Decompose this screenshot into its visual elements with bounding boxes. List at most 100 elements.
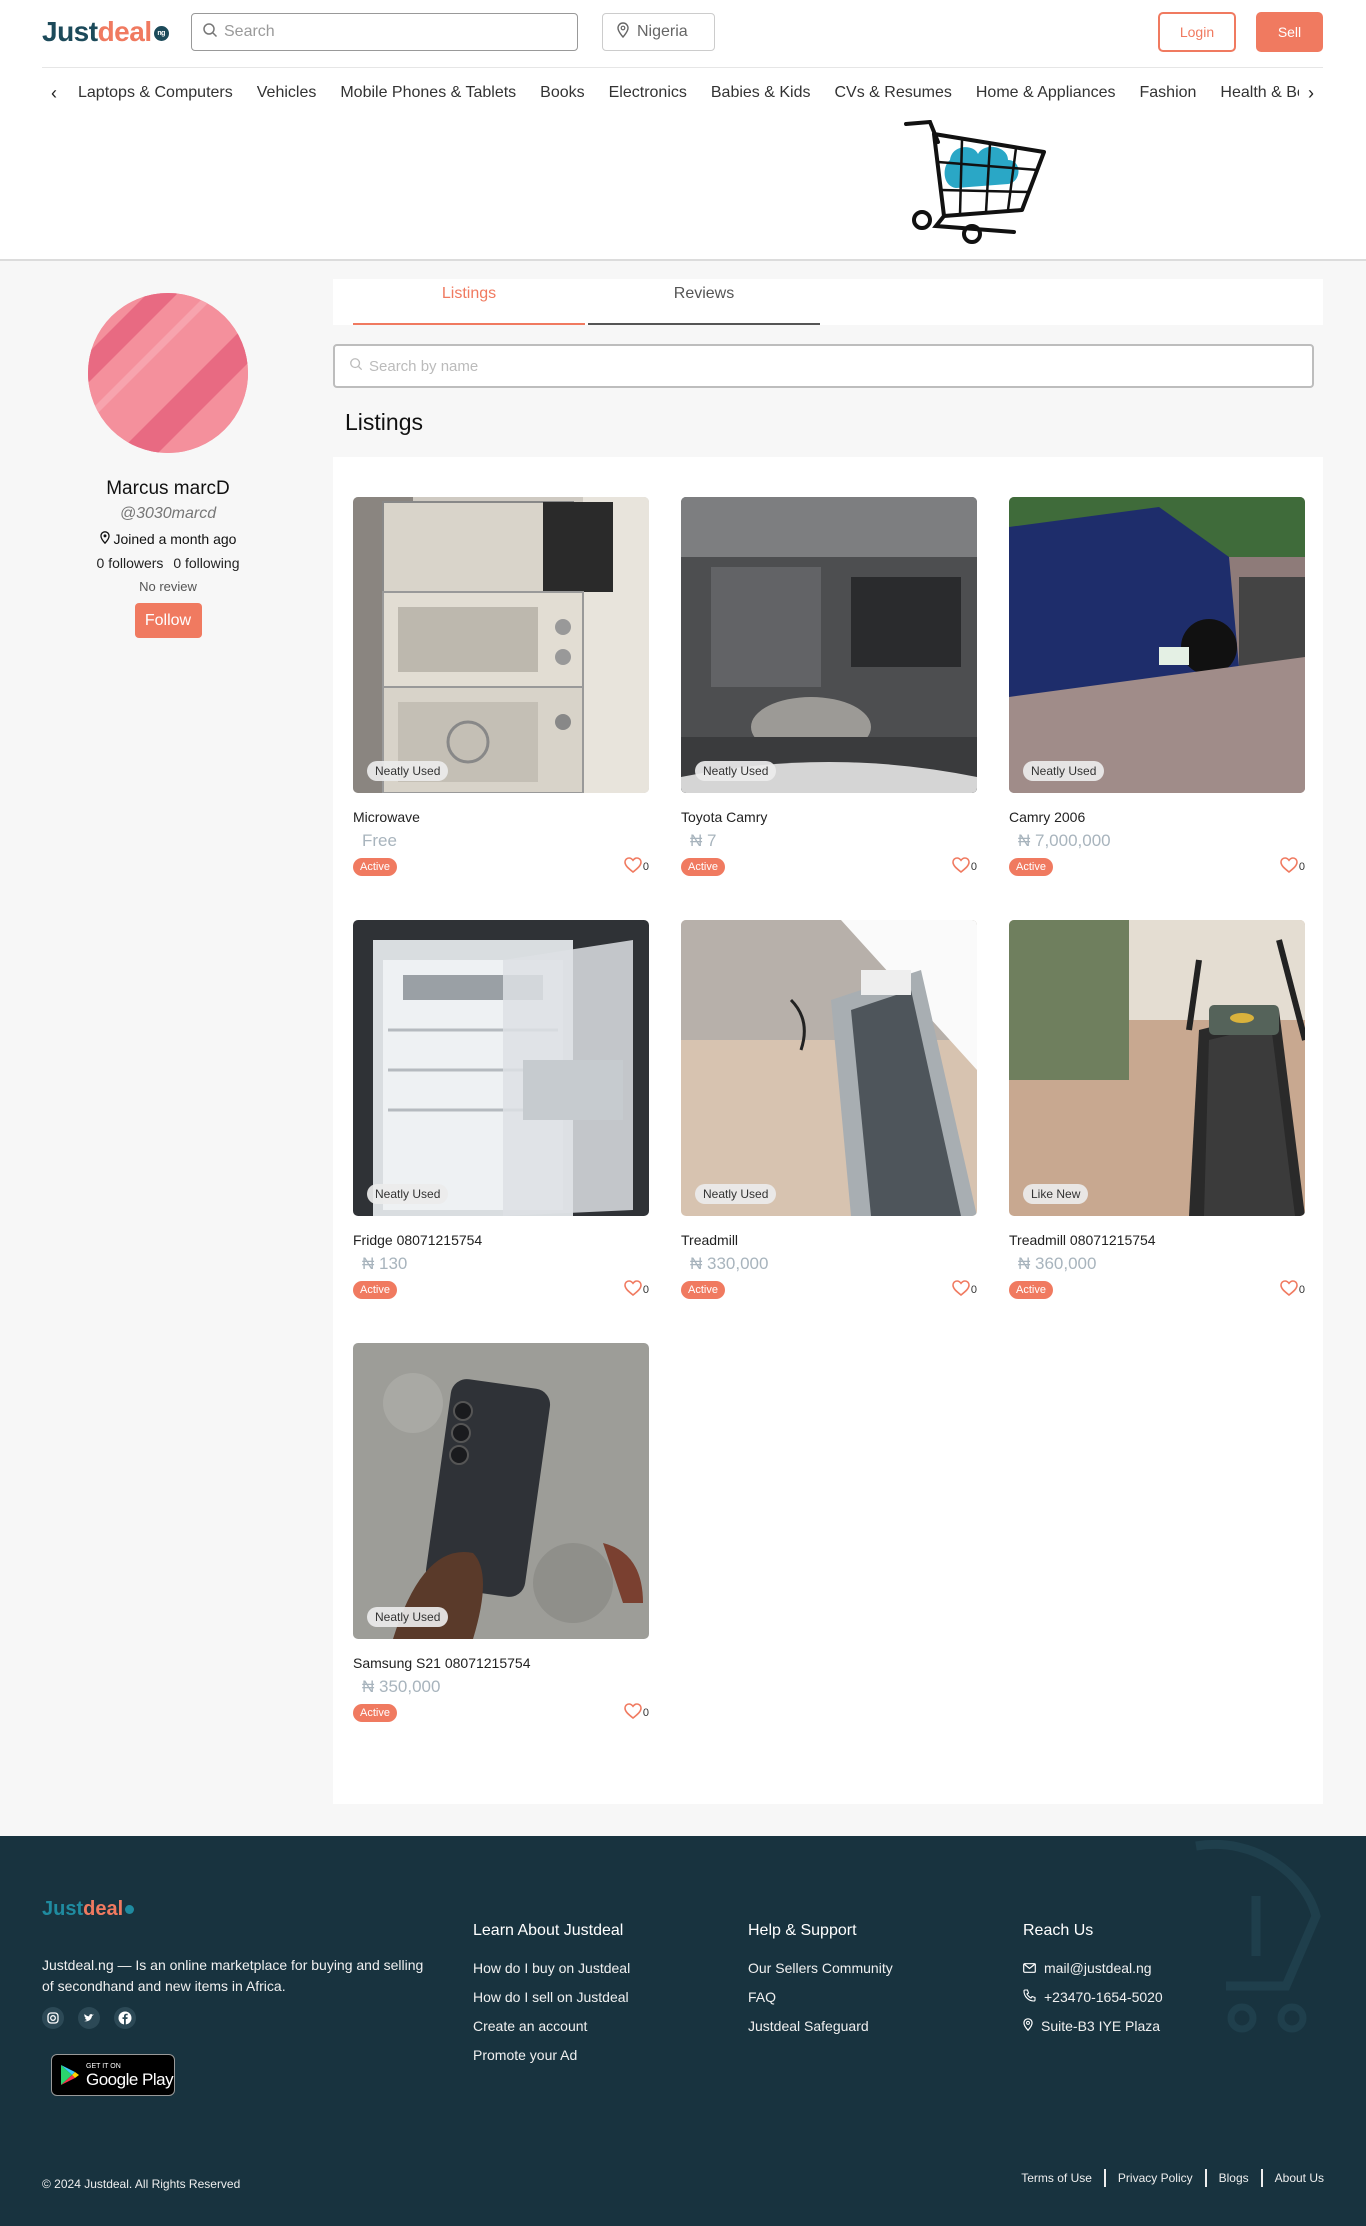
category-item[interactable]: Health & Beauty (1220, 84, 1299, 102)
category-item[interactable]: Fashion (1140, 84, 1197, 102)
heart-icon (1280, 1280, 1298, 1296)
footer-link[interactable]: Promote your Ad (473, 2047, 630, 2063)
listing-image[interactable]: Neatly Used (353, 497, 649, 793)
chevron-right-icon[interactable]: › (1299, 83, 1323, 104)
footer-link[interactable]: Privacy Policy (1106, 2169, 1207, 2187)
listings-grid: Neatly Used Microwave Free Active 0 Neatly Us… (333, 457, 1323, 1804)
listing-title[interactable]: Treadmill (681, 1232, 977, 1248)
category-item[interactable]: Books (540, 84, 584, 102)
footer-link[interactable]: Terms of Use (1009, 2169, 1106, 2187)
footer-logo[interactable]: Justdeal (42, 1898, 135, 1921)
following-count[interactable]: 0 following (173, 555, 239, 571)
footer-link[interactable]: How do I buy on Justdeal (473, 1960, 630, 1976)
tab-listings[interactable]: Listings (353, 279, 585, 325)
heart-icon (624, 1703, 642, 1719)
footer-link[interactable]: Justdeal Safeguard (748, 2018, 893, 2034)
like-count: 0 (970, 1284, 977, 1296)
category-item[interactable]: Babies & Kids (711, 84, 811, 102)
like-button[interactable]: 0 (624, 1703, 649, 1719)
category-item[interactable]: Laptops & Computers (78, 84, 233, 102)
follow-button[interactable]: Follow (134, 603, 202, 638)
footer-bottom-links: Terms of Use Privacy Policy Blogs About Us (1009, 2169, 1324, 2187)
search-input[interactable] (224, 23, 564, 41)
followers-count[interactable]: 0 followers (97, 555, 164, 571)
copyright: © 2024 Justdeal. All Rights Reserved (42, 2177, 241, 2191)
search-box[interactable] (191, 13, 578, 51)
listing-card[interactable]: Neatly Used Camry 2006 ₦ 7,000,000 Active 0 (1009, 497, 1305, 877)
login-button[interactable]: Login (1158, 12, 1236, 52)
heart-icon (952, 1280, 970, 1296)
profile-handle: @3030marcd (119, 505, 217, 522)
chevron-left-icon[interactable]: ‹ (42, 83, 66, 104)
listing-title[interactable]: Fridge 08071215754 (353, 1232, 649, 1248)
category-item[interactable]: CVs & Resumes (834, 84, 951, 102)
footer-link[interactable]: FAQ (748, 1989, 893, 2005)
logo-badge: ng (153, 26, 169, 42)
site-header: Justdealng Nigeria Login Sell ‹ Laptops … (0, 0, 1366, 261)
google-play-badge[interactable]: GET IT ON Google Play (51, 2054, 175, 2096)
listings-search-input[interactable] (369, 357, 1299, 375)
cart-watermark-icon (1195, 1840, 1321, 2033)
category-item[interactable]: Electronics (609, 84, 687, 102)
location-selector[interactable]: Nigeria (602, 13, 715, 51)
footer-email[interactable]: mail@justdeal.ng (1023, 1960, 1163, 1976)
listing-card[interactable]: Neatly Used Samsung S21 08071215754 ₦ 350,… (353, 1343, 649, 1723)
facebook-icon[interactable] (114, 2007, 136, 2029)
google-play-big-text: Google Play (86, 2069, 174, 2089)
listing-title[interactable]: Toyota Camry (681, 809, 977, 825)
footer-link[interactable]: About Us (1263, 2169, 1324, 2187)
instagram-icon[interactable] (42, 2007, 64, 2029)
footer-phone[interactable]: +23470-1654-5020 (1023, 1989, 1163, 2005)
footer-link[interactable]: Create an account (473, 2018, 630, 2034)
category-item[interactable]: Home & Appliances (976, 84, 1116, 102)
footer-description: Justdeal.ng — Is an online marketplace f… (42, 1957, 424, 1994)
heart-icon (624, 857, 642, 873)
listing-image[interactable]: Like New (1009, 920, 1305, 1216)
tab-reviews[interactable]: Reviews (588, 279, 820, 325)
footer-link[interactable]: Blogs (1207, 2169, 1263, 2187)
like-button[interactable]: 0 (1280, 1280, 1305, 1296)
listing-image[interactable]: Neatly Used (353, 920, 649, 1216)
like-button[interactable]: 0 (952, 857, 977, 873)
listing-image[interactable]: Neatly Used (353, 1343, 649, 1639)
category-item[interactable]: Mobile Phones & Tablets (340, 84, 516, 102)
listings-search-box[interactable] (333, 344, 1314, 388)
profile-name: Marcus marcD (106, 478, 230, 499)
status-badge: Active (353, 858, 397, 876)
location-pin-icon (1023, 2018, 1033, 2034)
logo[interactable]: Justdeal ng (42, 16, 169, 48)
listing-title[interactable]: Samsung S21 08071215754 (353, 1655, 649, 1671)
like-count: 0 (642, 861, 649, 873)
heart-icon (1280, 857, 1298, 873)
mail-icon (1023, 1960, 1036, 1976)
condition-badge: Neatly Used (695, 761, 777, 781)
category-list: Laptops & Computers Vehicles Mobile Phones… (66, 84, 1299, 102)
listing-title[interactable]: Microwave (353, 809, 649, 825)
status-badge: Active (1009, 858, 1053, 876)
footer-link[interactable]: Our Sellers Community (748, 1960, 893, 1976)
twitter-icon[interactable] (78, 2007, 100, 2029)
listing-card[interactable]: Like New Treadmill 08071215754 ₦ 360,000 Ac… (1009, 920, 1305, 1300)
listing-card[interactable]: Neatly Used Fridge 08071215754 ₦ 130 Active… (353, 920, 649, 1300)
listing-card[interactable]: Neatly Used Treadmill ₦ 330,000 Active 0 (681, 920, 977, 1300)
category-item[interactable]: Vehicles (257, 84, 317, 102)
listing-image[interactable]: Neatly Used (1009, 497, 1305, 793)
top-bar: Justdealng Nigeria Login Sell (42, 0, 1323, 68)
footer-link[interactable]: How do I sell on Justdeal (473, 1989, 630, 2005)
listing-price: ₦ 360,000 (1018, 1254, 1097, 1273)
listing-card[interactable]: Neatly Used Microwave Free Active 0 (353, 497, 649, 877)
listing-title[interactable]: Treadmill 08071215754 (1009, 1232, 1305, 1248)
like-button[interactable]: 0 (624, 857, 649, 873)
listing-price: ₦ 350,000 (362, 1677, 441, 1696)
like-button[interactable]: 0 (1280, 857, 1305, 873)
sell-button[interactable]: Sell (1256, 12, 1323, 52)
logo-badge-dot (125, 1905, 135, 1915)
listing-title[interactable]: Camry 2006 (1009, 809, 1305, 825)
footer-address: Suite-B3 IYE Plaza (1023, 2018, 1163, 2034)
listing-image[interactable]: Neatly Used (681, 920, 977, 1216)
like-button[interactable]: 0 (952, 1280, 977, 1296)
listing-card[interactable]: Neatly Used Toyota Camry ₦ 7 Active 0 (681, 497, 977, 877)
status-badge: Active (353, 1281, 397, 1299)
listing-image[interactable]: Neatly Used (681, 497, 977, 793)
like-button[interactable]: 0 (624, 1280, 649, 1296)
